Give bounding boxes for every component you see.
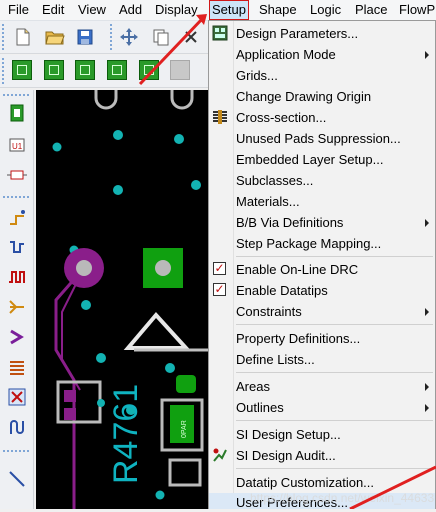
menu-item-embedded-layer-setup[interactable]: Embedded Layer Setup... — [209, 149, 435, 170]
menu-file[interactable]: File — [8, 2, 29, 18]
toolbar-grip-3[interactable] — [2, 58, 7, 84]
menu-item-step-package-mapping[interactable]: Step Package Mapping... — [209, 233, 435, 254]
menu-item-si-design-setup[interactable]: SI Design Setup... — [209, 424, 435, 445]
menu-item-grids[interactable]: Grids... — [209, 65, 435, 86]
menu-separator — [236, 256, 433, 257]
submenu-arrow-icon — [425, 219, 429, 227]
menu-item-enable-online-drc[interactable]: ✓ Enable On-Line DRC — [209, 259, 435, 280]
placement-toolbar — [0, 55, 210, 88]
menu-item-define-lists[interactable]: Define Lists... — [209, 349, 435, 370]
submenu-arrow-icon — [425, 308, 429, 316]
toolbar-grip-left[interactable] — [3, 94, 29, 96]
add-line-icon[interactable] — [6, 468, 28, 490]
menu-item-si-design-audit[interactable]: SI Design Audit... — [209, 445, 435, 466]
menu-item-cross-section[interactable]: Cross-section... — [209, 107, 435, 128]
submenu-arrow-icon — [425, 51, 429, 59]
menu-item-outlines[interactable]: Outlines — [209, 397, 435, 418]
menu-shape[interactable]: Shape — [259, 2, 297, 18]
si-audit-icon — [212, 447, 228, 463]
small-part-label: 0PAR — [181, 420, 188, 438]
add-connect-icon[interactable] — [6, 206, 28, 228]
submenu-arrow-icon — [425, 404, 429, 412]
checkmark-icon: ✓ — [213, 282, 226, 296]
pcb-design-canvas[interactable]: R4761 0PAR — [36, 90, 208, 509]
place-pin-icon[interactable] — [44, 60, 64, 80]
group-route-icon[interactable] — [6, 386, 28, 408]
separator — [3, 196, 29, 198]
save-icon[interactable] — [74, 26, 96, 48]
spread-icon[interactable] — [6, 416, 28, 438]
menu-bar: File Edit View Add Display Setup Shape L… — [0, 0, 436, 21]
move-icon[interactable] — [118, 26, 140, 48]
menu-logic[interactable]: Logic — [310, 2, 341, 18]
menu-separator — [236, 468, 433, 469]
place-shape-icon[interactable] — [107, 60, 127, 80]
menu-item-bb-via-definitions[interactable]: B/B Via Definitions — [209, 212, 435, 233]
place-keepout-icon[interactable] — [139, 60, 159, 80]
toolbar-grip-2[interactable] — [110, 24, 115, 50]
checkmark-icon: ✓ — [213, 261, 226, 275]
menu-separator — [236, 420, 433, 421]
standard-toolbar — [0, 21, 210, 54]
menu-place[interactable]: Place — [355, 2, 388, 18]
delay-tune-icon[interactable] — [6, 266, 28, 288]
copy-icon[interactable] — [150, 26, 172, 48]
menu-item-property-definitions[interactable]: Property Definitions... — [209, 328, 435, 349]
menu-item-enable-datatips[interactable]: ✓ Enable Datatips — [209, 280, 435, 301]
menu-item-unused-pads-suppression[interactable]: Unused Pads Suppression... — [209, 128, 435, 149]
menu-item-areas[interactable]: Areas — [209, 376, 435, 397]
svg-text:U1: U1 — [12, 142, 23, 151]
place-component-icon[interactable] — [12, 60, 32, 80]
route-arrow-icon[interactable] — [6, 326, 28, 348]
menu-view[interactable]: View — [78, 2, 106, 18]
toolbar-grip[interactable] — [2, 24, 7, 50]
menu-add[interactable]: Add — [119, 2, 142, 18]
menu-separator — [236, 372, 433, 373]
menu-edit[interactable]: Edit — [42, 2, 64, 18]
left-toolbar: U1 — [0, 90, 34, 509]
menu-separator — [236, 324, 433, 325]
menu-item-subclasses[interactable]: Subclasses... — [209, 170, 435, 191]
menu-item-change-drawing-origin[interactable]: Change Drawing Origin — [209, 86, 435, 107]
menu-display[interactable]: Display — [155, 2, 198, 18]
watermark-text: https://blog.csdn.net/weixin_44633 — [250, 491, 435, 505]
design-parameters-icon — [212, 25, 228, 41]
menu-item-constraints[interactable]: Constraints — [209, 301, 435, 322]
menu-item-datatip-customization[interactable]: Datatip Customization... — [209, 472, 435, 493]
resistor-icon[interactable] — [6, 164, 28, 186]
ic-package-icon[interactable]: U1 — [6, 134, 28, 156]
new-file-icon[interactable] — [12, 26, 34, 48]
menu-flowplan[interactable]: FlowPl — [399, 2, 436, 18]
bus-route-icon[interactable] — [6, 356, 28, 378]
place-via-icon[interactable] — [75, 60, 95, 80]
disabled-tool-icon — [170, 60, 190, 80]
menu-item-application-mode[interactable]: Application Mode — [209, 44, 435, 65]
submenu-arrow-icon — [425, 383, 429, 391]
fanout-icon[interactable] — [6, 296, 28, 318]
menu-item-materials[interactable]: Materials... — [209, 191, 435, 212]
slide-icon[interactable] — [6, 236, 28, 258]
menu-setup[interactable]: Setup — [209, 0, 249, 20]
component-icon[interactable] — [6, 102, 28, 124]
setup-dropdown-menu: Design Parameters... Application Mode Gr… — [208, 20, 436, 510]
separator-2 — [3, 450, 29, 452]
refdes-label: R4761 — [107, 384, 145, 484]
delete-icon[interactable] — [180, 26, 202, 48]
cross-section-icon — [212, 109, 228, 125]
menu-item-design-parameters[interactable]: Design Parameters... — [209, 23, 435, 44]
open-folder-icon[interactable] — [44, 26, 66, 48]
